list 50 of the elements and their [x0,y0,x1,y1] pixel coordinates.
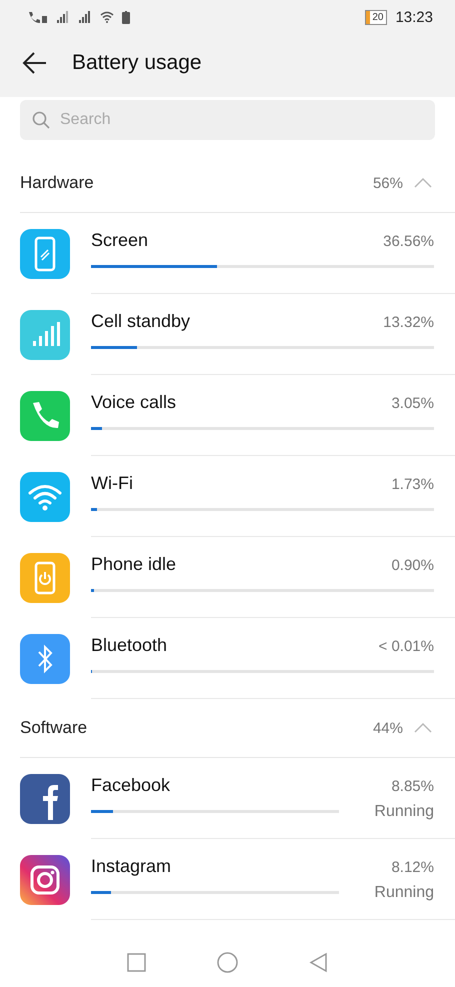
section-share: 44% [372,720,403,736]
usage-percent: 0.90% [391,556,434,574]
phone-icon [20,390,70,440]
usage-percent: 8.12% [391,858,434,876]
phone-screen-icon [20,228,70,278]
usage-name: Facebook [91,774,170,796]
chevron-icon[interactable] [413,177,433,189]
usage-name: Cell standby [91,310,190,332]
search-icon [32,111,50,129]
search-field[interactable]: Search [20,100,435,140]
usage-percent: 13.32% [383,314,434,330]
wifi-icon [20,472,70,522]
back-arrow-icon [22,50,48,76]
usage-name: Voice calls [91,392,176,412]
usage-name: Wi-Fi [91,472,133,494]
usage-percent: 8.85% [391,778,434,794]
call-icon [26,10,48,24]
section-title: Hardware [20,173,95,193]
battery-alert-icon [122,10,130,24]
clock-time: 13:23 [395,8,433,26]
back-nav-button[interactable] [308,952,329,972]
usage-name: Screen [91,230,148,250]
triangle-icon [308,952,329,972]
home-button[interactable] [217,952,238,972]
section-title: Software [20,718,88,738]
usage-percent: < 0.01% [378,638,434,654]
wifi-icon [100,11,114,23]
usage-percent: 36.56% [383,232,434,250]
square-icon [126,952,147,972]
signal-icon [78,11,92,23]
bluetooth-icon [20,634,70,684]
battery-level: 20 [365,10,388,24]
circle-icon [217,952,238,972]
usage-percent: 3.05% [391,394,434,412]
chevron-icon[interactable] [413,722,433,734]
camera-logo-icon [20,854,70,904]
signal-bars-icon [20,310,70,360]
usage-name: Bluetooth [91,634,168,656]
usage-percent: 1.73% [391,476,434,492]
app-status: Running [374,884,434,902]
usage-name: Phone idle [91,554,176,574]
page-title: Battery usage [72,51,202,75]
app-status: Running [374,802,434,820]
back-button[interactable] [22,50,48,76]
phone-power-icon [20,552,70,602]
recents-button[interactable] [126,952,147,972]
f-logo-icon [20,774,70,824]
signal-icon [56,11,70,23]
usage-name: Instagram [91,856,172,876]
section-share: 56% [372,174,403,192]
